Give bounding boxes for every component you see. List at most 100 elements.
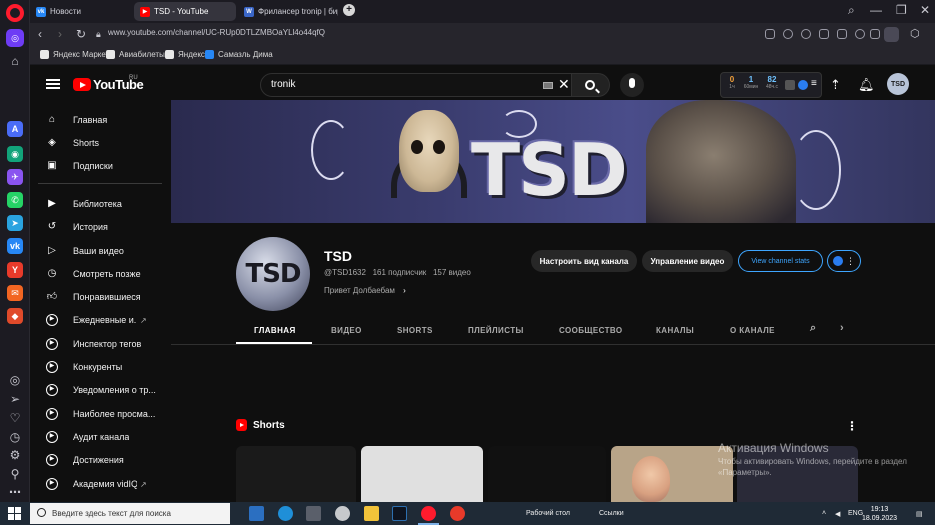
short-thumbnail[interactable] xyxy=(361,446,483,502)
taskbar-search-input[interactable]: Введите здесь текст для поиска xyxy=(52,509,171,518)
account-avatar[interactable]: TSD xyxy=(887,73,909,95)
channel-stats-button[interactable]: View channel stats xyxy=(738,250,823,272)
minimize-icon[interactable]: — xyxy=(870,3,882,17)
sidebar-item-your-videos[interactable]: ▷ Ваши видео xyxy=(30,240,170,262)
tab-channels[interactable]: КАНАЛЫ xyxy=(656,326,694,335)
file-explorer-icon[interactable] xyxy=(364,506,379,521)
yandex-browser-icon[interactable] xyxy=(450,506,465,521)
menu-icon[interactable] xyxy=(46,79,60,89)
bookmark-avia[interactable]: Авиабилеты xyxy=(106,50,165,59)
short-thumbnail[interactable] xyxy=(236,446,356,502)
vidiq-logo-icon[interactable] xyxy=(798,80,808,90)
opera-taskbar-icon[interactable] xyxy=(418,506,439,525)
search-tabs-icon[interactable]: ⌕ xyxy=(848,3,855,18)
box-icon[interactable]: ⬡ xyxy=(910,27,920,40)
profile-icon[interactable] xyxy=(884,27,899,42)
url-field[interactable]: www.youtube.com/channel/UC-RUp0DTLZMBOaY… xyxy=(108,28,325,37)
windows-start-icon[interactable] xyxy=(8,507,21,520)
heart-icon[interactable] xyxy=(855,29,865,39)
download-icon[interactable] xyxy=(837,29,847,39)
app-icon[interactable] xyxy=(392,506,407,521)
tab-home[interactable]: ГЛАВНАЯ xyxy=(254,326,296,335)
language-indicator[interactable]: ENG xyxy=(848,510,863,517)
search-box[interactable]: tronik ✕ xyxy=(260,73,572,97)
tab-freelancer[interactable]: W Фрилансер tronip | бир... xyxy=(238,2,338,21)
sidebar-item-shorts[interactable]: ◈ Shorts xyxy=(30,132,170,154)
home-icon[interactable]: ⌂ xyxy=(7,53,23,69)
clock[interactable]: 19:13 18.09.2023 xyxy=(862,505,897,523)
send-icon[interactable]: ➢ xyxy=(7,391,23,407)
sidebar-item-liked[interactable]: 👍︎ Понравившиеся xyxy=(30,286,170,308)
messenger-icon[interactable]: ✈ xyxy=(7,169,23,185)
pin-icon[interactable]: ⚲ xyxy=(7,466,23,482)
mail-icon[interactable]: ✉ xyxy=(7,285,23,301)
sidebar-item-tag-inspector[interactable]: ▶ Инспектор тегов xyxy=(30,333,170,355)
play-icon[interactable] xyxy=(819,29,829,39)
sidebar-item-trend-alerts[interactable]: ▶ Уведомления о тр... xyxy=(30,379,170,401)
bookmark-yandex[interactable]: Яндекс xyxy=(165,50,205,59)
sidebar-item-subscriptions[interactable]: ▣ Подписки xyxy=(30,155,170,177)
tray-chevron-icon[interactable]: ˄ xyxy=(822,510,826,517)
tab-videos[interactable]: ВИДЕО xyxy=(331,326,362,335)
vidiq-dropdown-button[interactable]: ⋮ xyxy=(827,250,861,272)
clear-search-icon[interactable]: ✕ xyxy=(558,76,570,93)
sidebar-item-watch-later[interactable]: ◷ Смотреть позже xyxy=(30,263,170,285)
youtube-logo-icon[interactable] xyxy=(73,78,91,91)
restore-icon[interactable]: ❐ xyxy=(896,3,907,17)
tab-playlists[interactable]: ПЛЕЙЛИСТЫ xyxy=(468,326,524,335)
tab-youtube[interactable]: ▶ TSD - YouTube xyxy=(134,2,236,21)
bookmark-market[interactable]: Яндекс Маркет xyxy=(40,50,109,59)
mail-app-icon[interactable] xyxy=(249,506,264,521)
customize-channel-button[interactable]: Настроить вид канала xyxy=(531,250,637,272)
vk-icon[interactable]: vk xyxy=(7,238,23,254)
sidebar-item-home[interactable]: ⌂ Главная xyxy=(30,109,170,131)
channel-avatar[interactable]: TSD xyxy=(236,237,310,311)
extension-icon[interactable]: ◆ xyxy=(7,308,23,324)
sidebar-item-history[interactable]: ↺ История xyxy=(30,216,170,238)
extensions-icon[interactable] xyxy=(870,29,880,39)
sidebar-item-competitors[interactable]: ▶ Конкуренты xyxy=(30,356,170,378)
voice-search-icon[interactable] xyxy=(620,73,644,97)
upload-icon[interactable]: ⇡ xyxy=(830,77,841,93)
short-thumbnail[interactable] xyxy=(488,446,606,502)
notifications-icon[interactable]: 🔔︎ xyxy=(858,77,875,93)
shield-icon[interactable] xyxy=(801,29,811,39)
sidebar-item-vidiq-academy[interactable]: ▶ Академия vidIQ ↗ xyxy=(30,473,170,495)
opera-logo-icon[interactable] xyxy=(6,4,24,22)
app-icon[interactable] xyxy=(335,506,350,521)
store-icon[interactable] xyxy=(306,506,321,521)
notifications-icon[interactable]: ▤ xyxy=(916,510,923,518)
aria-icon[interactable]: A xyxy=(7,121,23,137)
player-icon[interactable]: ◎ xyxy=(7,372,23,388)
channel-search-icon[interactable]: ⌕ xyxy=(810,322,817,335)
sidebar-item-achievements[interactable]: ▶ Достижения xyxy=(30,449,170,471)
keyboard-icon[interactable] xyxy=(543,82,553,89)
tab-news[interactable]: vk Новости xyxy=(30,2,130,21)
tab-about[interactable]: О КАНАЛЕ xyxy=(730,326,775,335)
tab-community[interactable]: СООБЩЕСТВО xyxy=(559,326,623,335)
sidebar-item-library[interactable]: ▶ Библиотека xyxy=(30,193,170,215)
settings-gear-icon[interactable]: ⚙ xyxy=(7,447,23,463)
camera-icon[interactable] xyxy=(783,29,793,39)
history-clock-icon[interactable]: ◷ xyxy=(7,429,23,445)
short-thumbnail[interactable] xyxy=(611,446,733,502)
screenshot-icon[interactable] xyxy=(765,29,775,39)
search-button[interactable] xyxy=(572,73,610,97)
channel-description[interactable]: Привет Долбаебам › xyxy=(324,286,406,295)
bookmark-samazl[interactable]: Самазль Дима xyxy=(205,50,273,59)
chatgpt-icon[interactable]: ◉ xyxy=(7,146,23,162)
sidebar-item-daily-ideas[interactable]: ▶ Ежедневные и... ↗ xyxy=(30,309,170,331)
manage-videos-button[interactable]: Управление видео xyxy=(642,250,733,272)
vidiq-widget[interactable]: 0 1ч 1 60мин 82 48ч.с ≡ xyxy=(720,72,822,98)
edge-icon[interactable] xyxy=(278,506,293,521)
tab-shorts[interactable]: SHORTS xyxy=(397,326,433,335)
vidiq-menu-icon[interactable]: ≡ xyxy=(811,78,817,89)
taskbar-search[interactable]: Введите здесь текст для поиска xyxy=(30,503,230,524)
yandex-icon[interactable]: Y xyxy=(7,262,23,278)
chevron-right-icon[interactable]: › xyxy=(840,322,844,334)
more-icon[interactable]: ⋯ xyxy=(7,484,23,500)
heart-icon[interactable]: ♡ xyxy=(7,410,23,426)
vidiq-chart-icon[interactable] xyxy=(785,80,795,90)
whatsapp-icon[interactable]: ✆ xyxy=(7,192,23,208)
links-label[interactable]: Ссылки xyxy=(599,510,624,517)
